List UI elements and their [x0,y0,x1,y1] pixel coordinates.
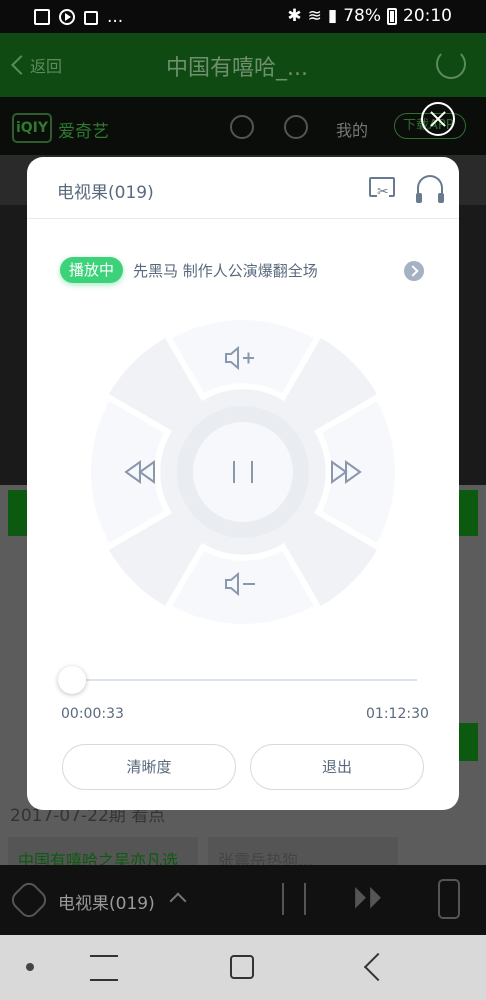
home-button[interactable] [230,955,254,979]
iqiyi-logo: iQIY [12,113,52,143]
volume-up-button[interactable] [198,327,288,387]
close-dialog-button[interactable] [421,102,455,136]
page-title: 中国有嘻哈_... [166,56,308,81]
total-time: 01:12:30 [366,706,429,722]
recents-button[interactable] [90,955,118,981]
exit-button[interactable]: 退出 [250,744,424,790]
bag-icon [84,11,98,25]
divider [27,218,459,219]
clock: 20:10 [403,6,452,26]
history-icon[interactable] [284,115,308,139]
progress-track[interactable] [58,666,417,694]
back-button[interactable]: 返回 [14,53,62,77]
now-playing-title: 先黑马 制作人公演爆翻全场 [133,262,318,280]
forward-button[interactable] [328,427,388,517]
progress-knob[interactable] [58,666,86,694]
search-icon[interactable] [230,115,254,139]
green-block [458,723,478,761]
link-icon[interactable] [7,878,51,922]
player-bar: 电视果(019) ⏵⏵ [0,865,486,935]
back-nav-button[interactable] [363,952,393,982]
brand-name: 爱奇艺 [58,122,109,142]
pause-icon[interactable] [282,883,306,915]
chevron-up-icon[interactable] [169,892,187,910]
dialog-title: 电视果(019) [57,183,154,203]
bluetooth-icon: ✱ [287,6,302,26]
refresh-icon[interactable] [436,49,466,79]
rewind-button[interactable] [98,427,158,517]
now-playing-badge: 播放中 [60,257,124,283]
chevron-right-icon[interactable] [404,261,424,281]
device-name[interactable]: 电视果(019) [58,889,155,914]
screencast-clip-icon[interactable] [369,177,395,199]
battery-icon [387,7,397,25]
remote-icon[interactable] [438,879,460,919]
fast-forward-icon[interactable]: ⏵⏵ [352,883,382,915]
headphones-icon[interactable] [416,175,444,203]
volume-down-button[interactable] [198,557,288,617]
app-top-bar: 返回 中国有嘻哈_... [0,33,486,97]
green-block [458,490,478,536]
iqiyi-bar: iQIY 爱奇艺 我的 下载APP [0,97,486,155]
wifi-icon: ≋ [307,6,322,26]
pause-icon [233,461,253,483]
notification-overflow: ... [107,7,124,27]
status-bar: ... ✱ ≋ ▮ 78% 20:10 [0,0,486,33]
system-nav-bar [0,935,486,1000]
quality-button[interactable]: 清晰度 [62,744,236,790]
assistant-dot[interactable] [26,963,34,971]
green-block [8,490,28,536]
play-icon [59,9,75,25]
remote-dialog: 电视果(019) 播放中 先黑马 制作人公演爆翻全场 [27,157,459,810]
current-time: 00:00:33 [61,706,124,722]
remote-dpad [88,317,398,627]
signal-icon: ▮ [327,6,338,26]
gallery-icon [34,9,50,25]
battery-percent: 78% [343,6,381,26]
mine-link[interactable]: 我的 [336,117,368,141]
